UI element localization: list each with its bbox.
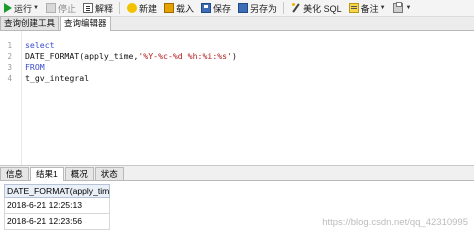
run-dropdown-icon[interactable]: ▼ <box>33 5 39 11</box>
line-number: 3 <box>7 63 12 72</box>
print-button[interactable]: ▼ <box>390 1 415 16</box>
save-as-icon <box>238 3 249 13</box>
run-label: 运行 <box>14 3 33 14</box>
save-button[interactable]: 保存 <box>198 1 234 16</box>
stop-button[interactable]: 停止 <box>43 1 79 16</box>
column-header[interactable]: DATE_FORMAT(apply_tim <box>4 184 110 198</box>
tab-overview[interactable]: 概况 <box>64 167 94 180</box>
table-row[interactable]: 2018-6-21 12:25:13 <box>4 198 110 214</box>
explain-button[interactable]: 解释 <box>80 1 116 16</box>
beautify-sql-button[interactable]: 美化 SQL <box>288 1 345 16</box>
save-label: 保存 <box>213 3 232 14</box>
line-number: 1 <box>7 41 12 50</box>
print-dropdown-icon[interactable]: ▼ <box>406 5 412 11</box>
explain-icon <box>82 3 93 13</box>
run-button[interactable]: 运行 ▼ <box>1 1 42 16</box>
code-token: DATE_FORMAT(apply_time, <box>25 51 139 61</box>
printer-icon <box>392 2 403 13</box>
code-token: ) <box>232 51 237 61</box>
load-label: 载入 <box>176 3 195 14</box>
folder-icon <box>164 3 175 13</box>
saveas-label: 另存为 <box>250 3 278 14</box>
new-icon <box>127 3 137 13</box>
cell-value: 2018-6-21 12:25:13 <box>7 200 83 210</box>
new-button[interactable]: 新建 <box>124 1 160 16</box>
code-line: select <box>25 40 55 50</box>
load-button[interactable]: 载入 <box>161 1 197 16</box>
cell-value: 2018-6-21 12:23:56 <box>7 216 83 226</box>
comment-label: 备注 <box>360 3 379 14</box>
tab-query-editor[interactable]: 查询编辑器 <box>60 16 111 31</box>
save-icon <box>201 3 212 13</box>
string-literal: '%Y-%c-%d %h:%i:%s' <box>138 51 233 61</box>
stop-icon <box>45 3 56 13</box>
saveas-button[interactable]: 另存为 <box>235 1 280 16</box>
comment-icon <box>348 3 359 13</box>
line-number: 4 <box>7 74 12 83</box>
beautify-label: 美化 SQL <box>303 3 342 14</box>
code-line: FROM <box>25 62 45 72</box>
table-row[interactable]: 2018-6-21 12:23:56 <box>4 214 110 230</box>
toolbar-divider <box>283 2 285 14</box>
tab-status[interactable]: 状态 <box>94 167 124 180</box>
magic-wand-icon <box>291 3 301 13</box>
editor-tabbar: 查询创建工具 查询编辑器 <box>0 16 474 31</box>
result-grid[interactable]: DATE_FORMAT(apply_tim 2018-6-21 12:25:13… <box>4 184 110 230</box>
tab-query-builder[interactable]: 查询创建工具 <box>0 16 60 30</box>
code-line: DATE_FORMAT(apply_time,'%Y-%c-%d %h:%i:%… <box>25 51 237 62</box>
tab-info[interactable]: 信息 <box>0 167 30 180</box>
stop-label: 停止 <box>57 3 76 14</box>
results-panel: 信息 结果1 概况 状态 DATE_FORMAT(apply_tim 2018-… <box>0 165 474 242</box>
main-toolbar: 运行 ▼ 停止 解释 新建 载入 保存 另存为 美化 SQL 备注 ▼ ▼ <box>0 0 474 17</box>
explain-label: 解释 <box>94 3 113 14</box>
toolbar-divider <box>119 2 120 14</box>
tab-result1[interactable]: 结果1 <box>30 167 64 181</box>
comment-dropdown-icon[interactable]: ▼ <box>380 5 386 11</box>
sql-editor[interactable]: 1 select 2 DATE_FORMAT(apply_time,'%Y-%c… <box>0 31 474 165</box>
results-tabbar: 信息 结果1 概况 状态 <box>0 166 474 181</box>
new-label: 新建 <box>139 3 158 14</box>
line-number: 2 <box>7 52 12 61</box>
comment-button[interactable]: 备注 ▼ <box>346 1 389 16</box>
play-icon <box>4 3 12 13</box>
watermark: https://blog.csdn.net/qq_42310995 <box>322 217 468 228</box>
code-line: t_gv_integral <box>25 73 90 83</box>
